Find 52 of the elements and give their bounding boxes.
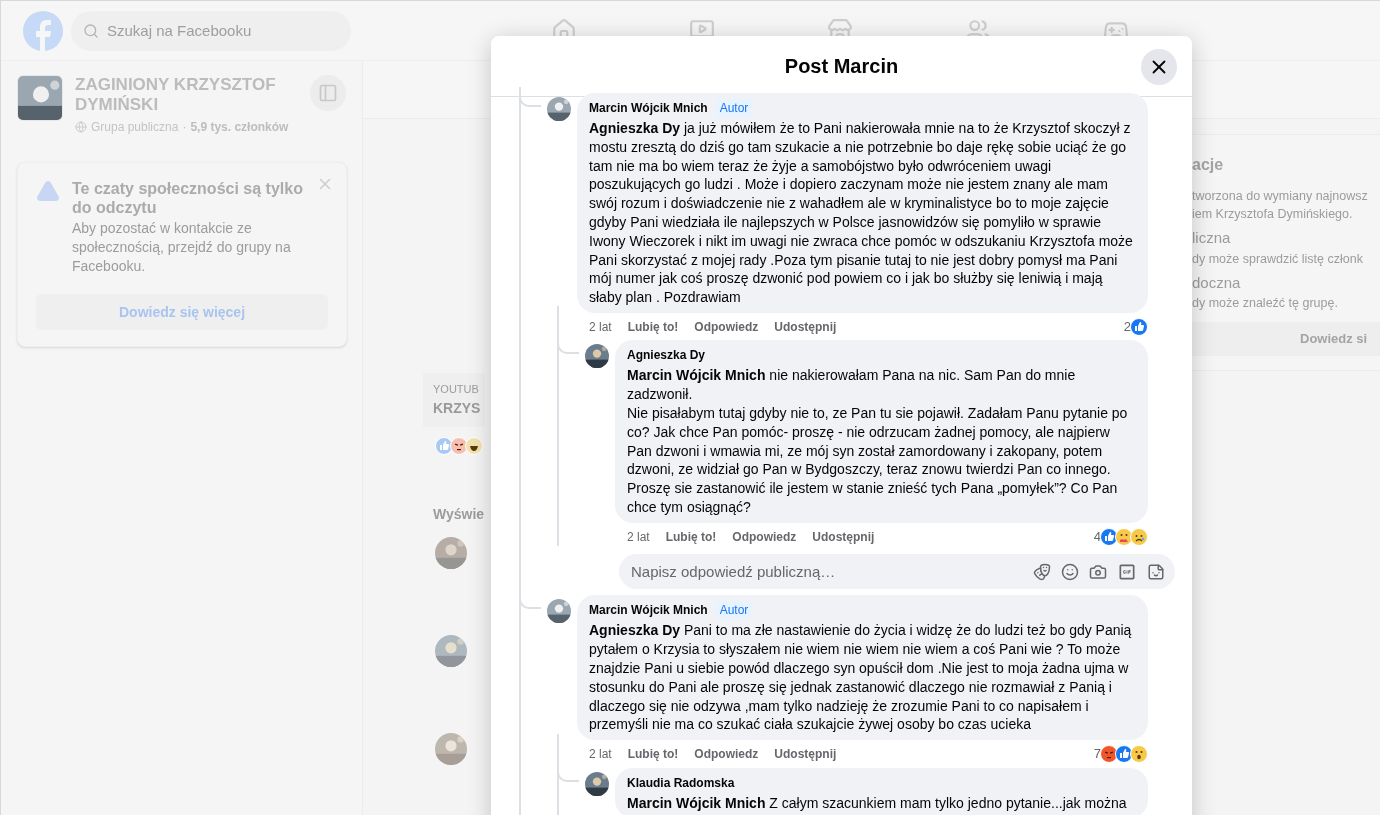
search-icon bbox=[83, 22, 99, 39]
separator-dot: · bbox=[182, 119, 187, 136]
comment-action-link[interactable]: Udostępnij bbox=[774, 744, 837, 763]
comment-text: Agnieszka Dy Pani to ma złe nastawienie do życia i widzę że do ludzi też bo gdy Panią pytałem o Krzysia to słyszałem nie wiem nie wiem nie wiem a coś Pani wie ? To może znajdzie Pani u siebie powód dlaczego syn opuścił dom .Nie jest to moja żadna ujma w stosunku do Pani ale proszę się jednak zastanowić dlaczego nie rozmawiał z Panią i dlaczego się nie odzywa ,mam tylko nadzieję że zrozumie Pani to co napisałem i przemyśli nie ma co szukać ciała szukajcie żywej osoby bo czas ucieka bbox=[589, 621, 1133, 735]
camera-icon[interactable] bbox=[1089, 562, 1107, 581]
comment-action-link[interactable]: Lubię to! bbox=[627, 317, 679, 336]
comment-author[interactable]: Agnieszka Dy bbox=[627, 346, 706, 365]
author-badge: Autor bbox=[715, 99, 753, 117]
comment-author[interactable]: Klaudia Radomska bbox=[627, 773, 735, 792]
comment-action-link[interactable]: Lubię to! bbox=[665, 527, 717, 546]
warning-icon bbox=[36, 179, 60, 203]
about-text: doczna bbox=[1192, 272, 1242, 293]
comment-author[interactable]: Marcin Wójcik Mnich bbox=[589, 99, 708, 117]
close-button[interactable] bbox=[1141, 49, 1177, 85]
about-text: liczna bbox=[1192, 228, 1232, 248]
comment-action-link[interactable]: Udostępnij bbox=[812, 527, 875, 546]
reply-field[interactable]: Napisz odpowiedź publiczną… bbox=[619, 554, 1175, 590]
notice-text: Aby pozostać w kontakcie ze społecznością, przejdź do grupy na Facebooku. bbox=[72, 219, 292, 276]
about-text: dy może znaleźć tę grupę. bbox=[1192, 295, 1339, 312]
comment-time[interactable]: 2 lat bbox=[589, 317, 612, 336]
author-badge: Autor bbox=[715, 601, 753, 620]
reaction-count[interactable]: 2 bbox=[1123, 316, 1131, 337]
panel-icon bbox=[318, 83, 338, 103]
comment-text: Marcin Wójcik Mnich nie nakierowałam Pana na nic. Sam Pan do mnie zadzwonił. Nie pisałabym tutaj gdyby nie to, ze Pan tu sie pojawił. Zadałam Panu pytanie po co? Jak chce Pan pomóc- proszę - nie odrzucam żadnej pomocy, ale najpierw Pan dzwoni i wmawia mi, ze mój syn został zamordowany i zakopany, potem dzwoni, ze widział go Pan w Bydgoszczy, teraz znowu twierdzi Pan co innego. Proszę sie zastanowić ile jestem w stanie znieść tych Pana „pomyłek”? Co Pan chce tym osiągnąć? bbox=[627, 366, 1129, 517]
sidebar-toggle-button[interactable] bbox=[310, 75, 346, 111]
emoji-icon[interactable] bbox=[1061, 562, 1079, 581]
sticker-icon[interactable] bbox=[1147, 562, 1165, 581]
link-source: YOUTUB bbox=[433, 382, 480, 397]
comment-author[interactable]: Marcin Wójcik Mnich bbox=[589, 601, 708, 620]
link-title: KRZYS bbox=[433, 398, 482, 418]
about-text: iem Krzysztofa Dymińskiego. bbox=[1192, 206, 1354, 223]
mask-icon[interactable] bbox=[1033, 562, 1051, 581]
comment-text: Marcin Wójcik Mnich Z całym szacunkiem mam tylko jedno pytanie...jak można bbox=[627, 793, 1128, 813]
comment-text: Agnieszka Dy ja już mówiłem że to Pani nakierowała mnie na to że Krzysztof skoczył z mostu zresztą do dziś go tam szukacie a nie potrzebnie bo daje rękę sobie uciąć że go tam nie ma bo wiem teraz że żyje a samobójstwo było odwróceniem uwagi poszukujących go ludzi . Może i dopiero zaczynam może nie jestem znany ale mam swój rozum i doświadczenie nie z wahadłem ale w kryminalistyce bo to moje zajęcie gdyby Pani wiedziała ile najlepszych w Polsce jasnowidzów się pomyliło w sprawie Iwony Wieczorek i nikt im uwagi nie zwraca chce pomóc w odszukaniu Krzysztofa może Pani skorzystać z mojej rady .Poza tym pisanie tutaj to nie jest dobry pomysł ma Pani mój numer jak coś proszę dzwonić pod powiem co i jak bo służby się leniwią i mają słaby plan . Pozdrawiam bbox=[589, 119, 1134, 307]
notice-title: Te czaty społeczności są tylko do odczytu bbox=[72, 179, 304, 217]
logo-icon[interactable] bbox=[23, 10, 63, 51]
comment-action-link[interactable]: Odpowiedz bbox=[694, 317, 759, 336]
about-text: dy może sprawdzić listę członk bbox=[1192, 250, 1364, 268]
comment-action-link[interactable]: Lubię to! bbox=[627, 744, 679, 763]
about-text: tworzona do wymiany najnowsz bbox=[1192, 188, 1369, 205]
search-field[interactable]: Szukaj na Facebooku bbox=[71, 10, 351, 51]
reaction-count[interactable]: 7 bbox=[1093, 744, 1101, 764]
reaction-count[interactable]: 4 bbox=[1093, 526, 1101, 547]
comment-time[interactable]: 2 lat bbox=[589, 744, 612, 763]
comment-action-link[interactable]: Odpowiedz bbox=[694, 744, 759, 763]
dialog-title: Post Marcin bbox=[784, 54, 899, 79]
section-heading: Wyświe bbox=[432, 504, 485, 523]
about-title: acje bbox=[1192, 155, 1225, 175]
globe-icon bbox=[75, 121, 87, 133]
comment-action-link[interactable]: Udostępnij bbox=[774, 317, 837, 336]
comment-time[interactable]: 2 lat bbox=[627, 527, 650, 546]
comment-action-link[interactable]: Odpowiedz bbox=[732, 527, 797, 546]
